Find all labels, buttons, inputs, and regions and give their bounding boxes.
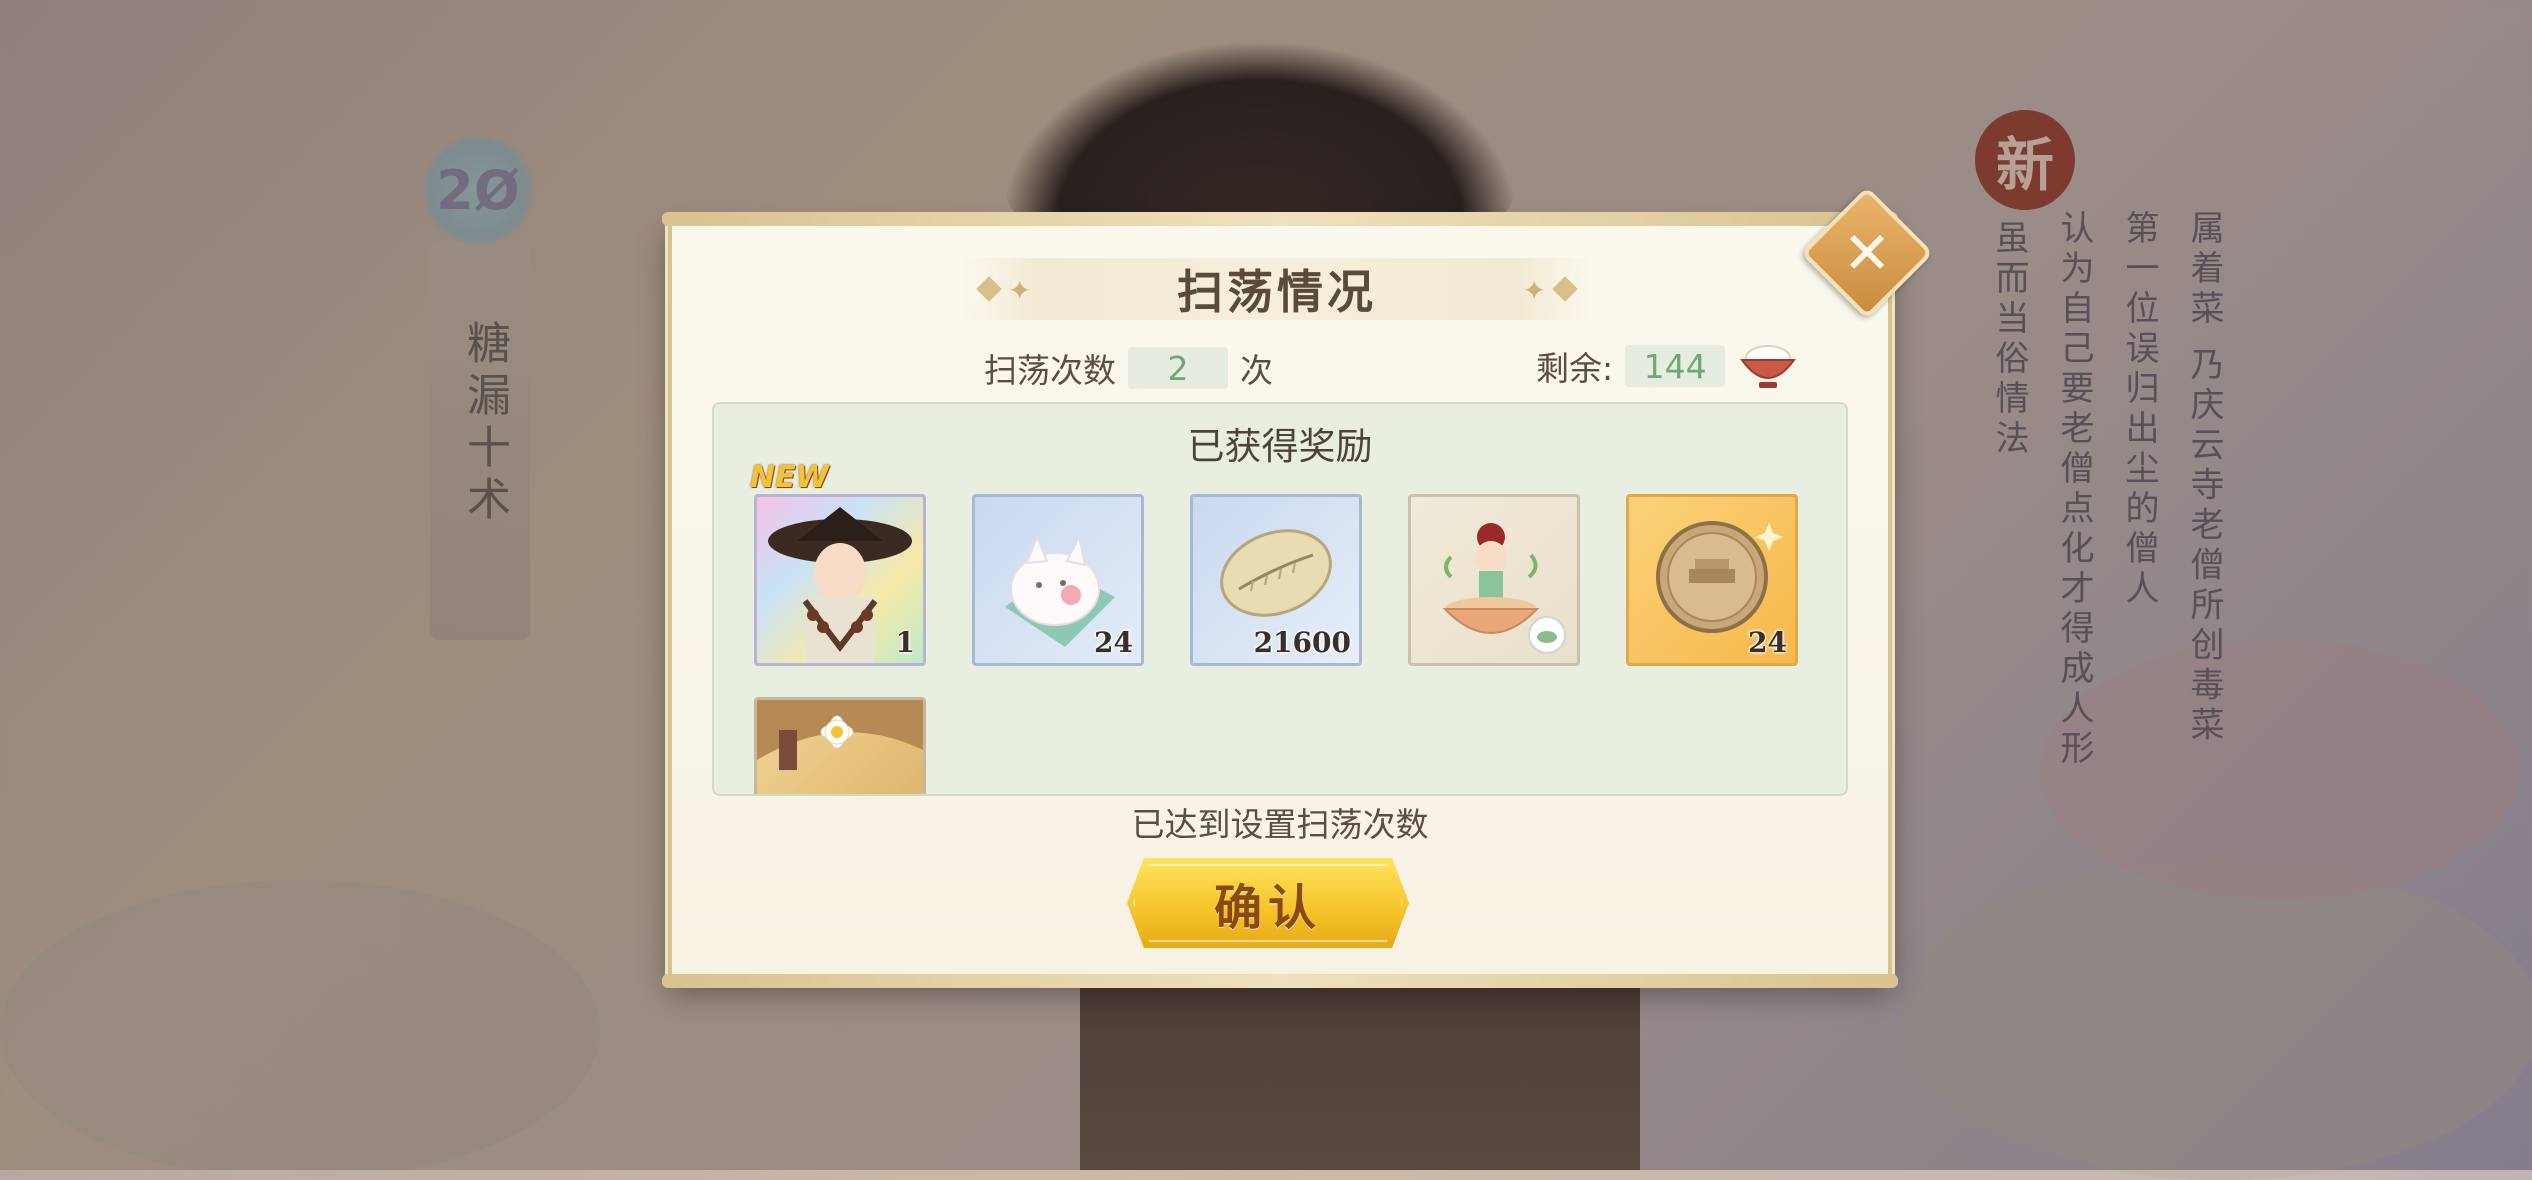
dialog-title: 扫荡情况 [1177,265,1377,319]
rewards-title: 已获得奖励 [1187,425,1373,468]
remaining-label: 剩余: [1536,349,1614,388]
confirm-button[interactable]: 确认 [1127,858,1409,948]
dialog-bottom-edge [662,974,1898,988]
sparkle-icon: ✦ [1008,274,1032,307]
close-icon: ✕ [1842,219,1892,287]
sweep-result-dialog: ✕ ✦ 扫荡情况 ✦ 扫荡次数 2 次 剩余: 144 已获得奖励 NEW 1 … [662,186,1934,988]
reward-item-bun[interactable]: 24 [972,494,1144,666]
reward-item-teacup-spirit[interactable] [1408,494,1580,666]
new-badge: NEW [750,460,829,495]
rice-bowl-icon [1737,340,1799,392]
reward-item-coin[interactable]: 24 [1626,494,1798,666]
sparkle-icon: ✦ [1522,274,1546,307]
dialog-top-edge [662,212,1898,226]
reward-item-partial-card[interactable] [754,697,926,794]
sweep-count-value: 2 [1128,347,1228,389]
title-banner: ✦ 扫荡情况 ✦ [962,258,1592,320]
flower-card-icon [757,700,923,770]
sweep-count-label: 扫荡次数 [984,351,1116,390]
sweep-status-text: 已达到设置扫荡次数 [1131,805,1429,844]
item-count: 24 [1094,626,1133,659]
item-count: 21600 [1253,626,1351,659]
item-count: 24 [1748,626,1787,659]
sweep-count-unit: 次 [1240,351,1273,390]
reward-item-shell[interactable]: 21600 [1190,494,1362,666]
remaining-row: 剩余: 144 [1536,340,1799,392]
confirm-button-label: 确认 [1213,880,1322,936]
reward-item-character-card[interactable]: 1 [754,494,926,666]
item-count: 1 [895,626,915,659]
reward-panel[interactable]: 已获得奖励 NEW 1 24 21600 24 [712,402,1848,796]
sweep-count-row: 扫荡次数 2 次 [984,344,1273,392]
remaining-value: 144 [1625,345,1726,387]
teacup-spirit-icon [1442,523,1566,654]
